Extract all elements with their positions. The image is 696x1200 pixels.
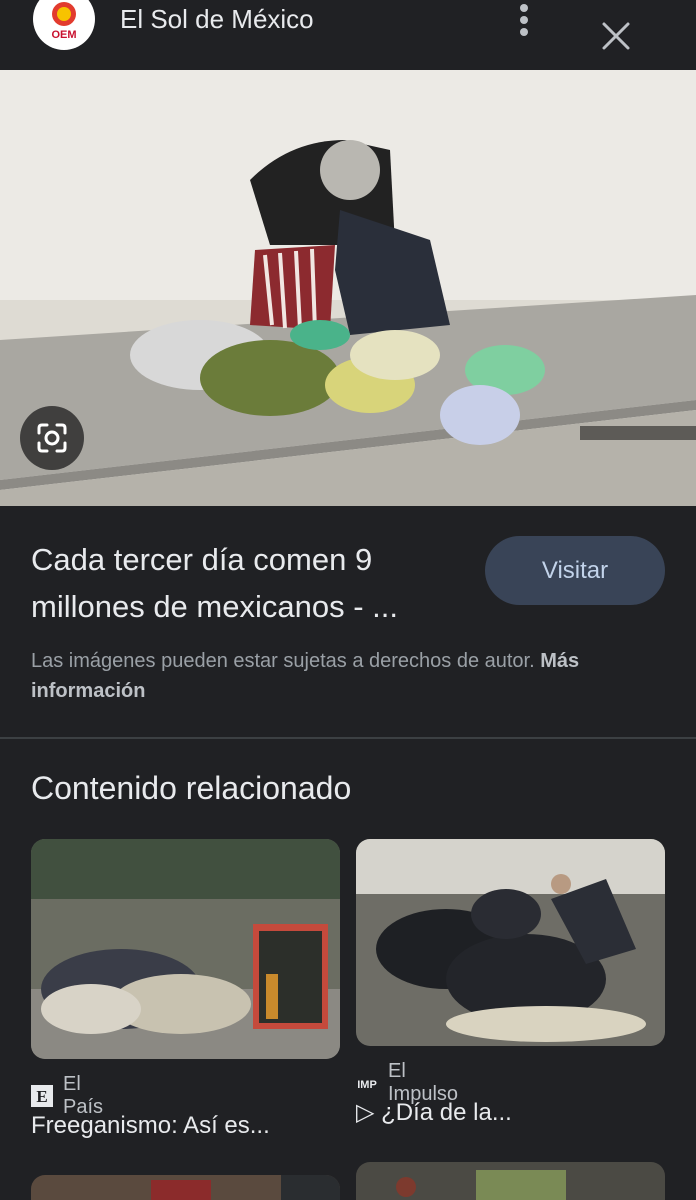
header-bar: OEM El Sol de México (0, 0, 696, 70)
copyright-text: Las imágenes pueden estar sujetas a dere… (31, 650, 535, 672)
svg-text:OEM: OEM (51, 29, 76, 41)
related-thumbnail[interactable] (356, 839, 665, 1046)
result-title-line1: Cada tercer día comen 9 (31, 542, 373, 577)
visit-button[interactable]: Visitar (485, 536, 665, 605)
related-thumbnail-partial[interactable] (31, 1175, 340, 1200)
related-title[interactable]: Freeganismo: Así es... (31, 1112, 270, 1140)
related-title[interactable]: ▷ ¿Día de la... (356, 1098, 512, 1127)
google-lens-button[interactable] (20, 406, 84, 470)
divider (0, 737, 696, 739)
lens-icon (37, 423, 67, 453)
site-name: El Sol de México (120, 4, 314, 34)
related-thumbnail[interactable] (31, 839, 340, 1059)
copyright-notice: Las imágenes pueden estar sujetas a dere… (31, 646, 671, 706)
el-impulso-favicon-icon: IMP (356, 1072, 378, 1094)
related-heading: Contenido relacionado (31, 770, 352, 806)
related-thumbnail-partial[interactable] (356, 1162, 665, 1200)
main-image[interactable] (0, 70, 696, 506)
site-logo: OEM (33, 0, 95, 50)
result-title-line2: millones de mexicanos - ... (31, 589, 398, 624)
result-title[interactable]: Cada tercer día comen 9 millones de mexi… (31, 536, 471, 630)
more-options-icon[interactable] (508, 0, 540, 40)
el-pais-favicon-icon: E (31, 1085, 53, 1107)
svg-text:E: E (36, 1087, 47, 1106)
close-icon[interactable] (596, 16, 636, 56)
svg-text:IMP: IMP (357, 1079, 377, 1091)
